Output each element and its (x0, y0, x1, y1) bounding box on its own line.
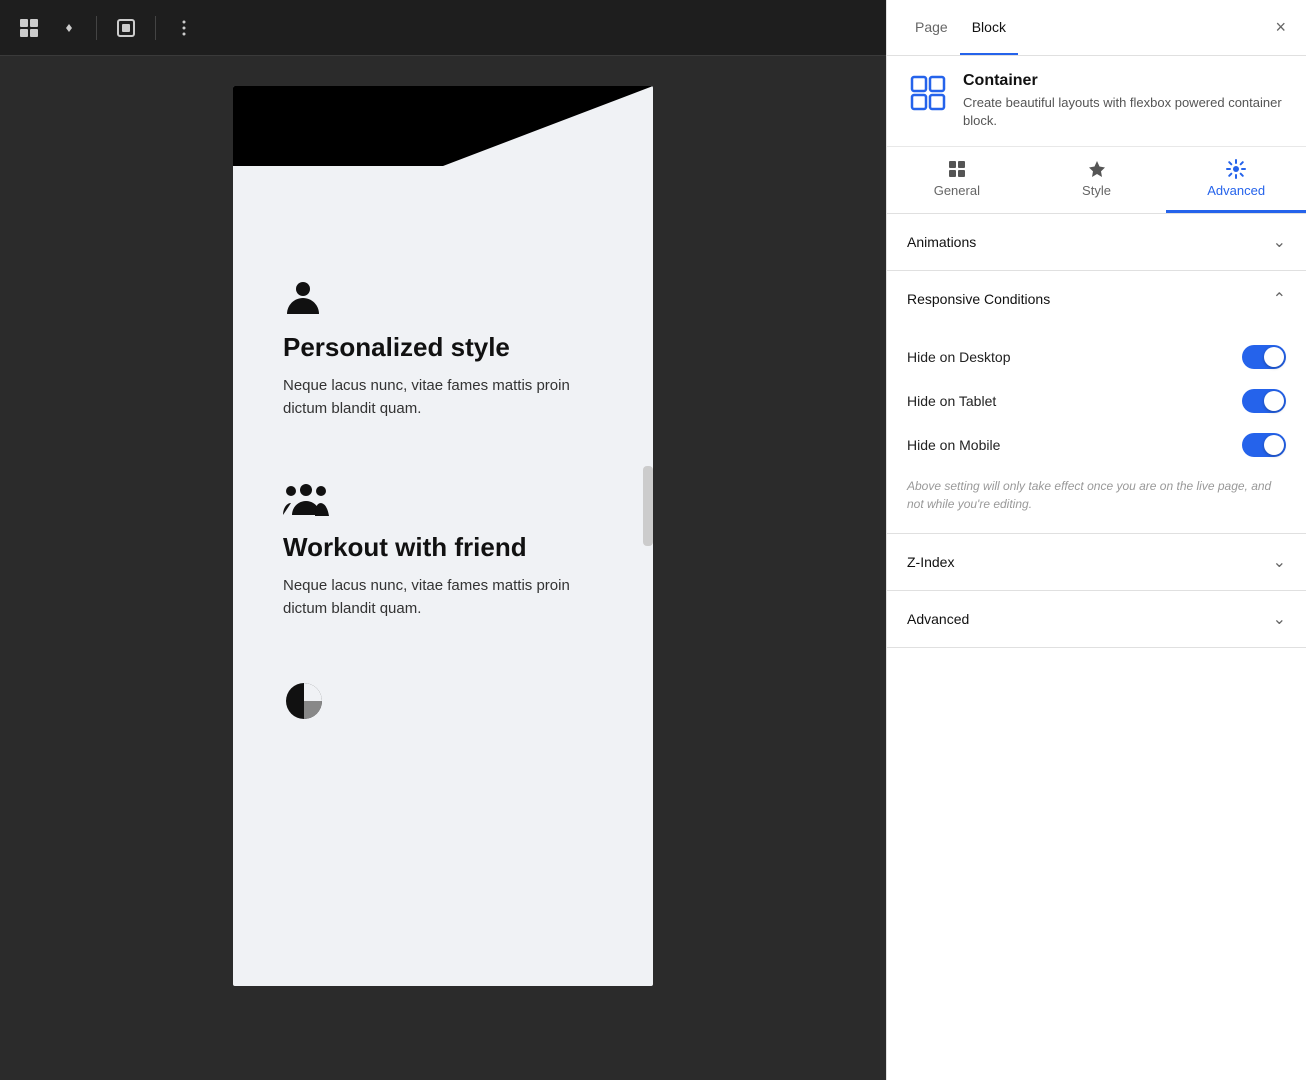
panel-header: Page Block × (887, 0, 1306, 56)
accordion-zindex: Z-Index ⌄ (887, 534, 1306, 591)
expand-button[interactable] (54, 13, 84, 43)
block-title: Container (963, 72, 1286, 90)
section2-text: Neque lacus nunc, vitae fames mattis pro… (283, 575, 603, 620)
sub-tabs: General Style Advanced (887, 147, 1306, 214)
preview-section-3 (233, 650, 653, 768)
toolbar-separator-2 (155, 16, 156, 40)
subtab-general[interactable]: General (887, 147, 1027, 213)
right-panel: Page Block × Container Create beautiful … (886, 0, 1306, 1080)
more-options-button[interactable] (168, 12, 200, 44)
hide-on-tablet-label: Hide on Tablet (907, 393, 996, 409)
hide-on-desktop-toggle[interactable] (1242, 345, 1286, 369)
canvas-content: Personalized style Neque lacus nunc, vit… (0, 56, 886, 1080)
accordion-advanced: Advanced ⌄ (887, 591, 1306, 648)
hide-on-tablet-toggle[interactable] (1242, 389, 1286, 413)
person-icon (283, 276, 603, 316)
style-icon (1087, 159, 1107, 179)
toolbar-separator (96, 16, 97, 40)
toggle-row-tablet: Hide on Tablet (907, 379, 1286, 423)
responsive-helper-text: Above setting will only take effect once… (907, 477, 1286, 513)
subtab-style[interactable]: Style (1027, 147, 1167, 213)
toggle-knob-tablet (1264, 391, 1284, 411)
section1-text: Neque lacus nunc, vitae fames mattis pro… (283, 375, 603, 420)
header-triangle (233, 86, 653, 246)
hide-on-desktop-label: Hide on Desktop (907, 349, 1011, 365)
layout-view-button[interactable] (12, 11, 46, 45)
accordion-animations-header[interactable]: Animations ⌄ (887, 214, 1306, 270)
block-description: Create beautiful layouts with flexbox po… (963, 94, 1286, 130)
animations-chevron-down-icon: ⌄ (1273, 232, 1286, 252)
accordion-responsive: Responsive Conditions ⌃ Hide on Desktop … (887, 271, 1306, 534)
toggle-knob-desktop (1264, 347, 1284, 367)
preview-section-1: Personalized style Neque lacus nunc, vit… (233, 246, 653, 450)
accordion-zindex-title: Z-Index (907, 554, 954, 570)
toggle-row-mobile: Hide on Mobile (907, 423, 1286, 467)
page-preview: Personalized style Neque lacus nunc, vit… (233, 86, 653, 986)
accordion-animations: Animations ⌄ (887, 214, 1306, 271)
preview-section-2: Workout with friend Neque lacus nunc, vi… (233, 450, 653, 650)
panel-close-button[interactable]: × (1271, 13, 1290, 42)
accordion-responsive-title: Responsive Conditions (907, 291, 1050, 307)
accordion-responsive-header[interactable]: Responsive Conditions ⌃ (887, 271, 1306, 327)
hide-on-mobile-toggle[interactable] (1242, 433, 1286, 457)
subtab-style-label: Style (1082, 183, 1111, 198)
scrollbar[interactable] (643, 466, 653, 546)
accordion-responsive-content: Hide on Desktop Hide on Tablet Hide on M… (887, 327, 1306, 533)
responsive-chevron-up-icon: ⌃ (1273, 289, 1286, 309)
toolbar (0, 0, 886, 56)
toggle-row-desktop: Hide on Desktop (907, 335, 1286, 379)
accordion-animations-title: Animations (907, 234, 976, 250)
zindex-chevron-down-icon: ⌄ (1273, 552, 1286, 572)
block-info: Container Create beautiful layouts with … (887, 56, 1306, 147)
panel-body: Animations ⌄ Responsive Conditions ⌃ Hid… (887, 214, 1306, 1080)
advanced-chevron-down-icon: ⌄ (1273, 609, 1286, 629)
advanced-icon (1226, 159, 1246, 179)
section1-title: Personalized style (283, 332, 603, 363)
header-graphic (233, 86, 653, 246)
subtab-advanced-label: Advanced (1207, 183, 1265, 198)
pie-chart-icon (283, 680, 603, 722)
block-info-text: Container Create beautiful layouts with … (963, 72, 1286, 130)
block-button[interactable] (109, 11, 143, 45)
accordion-zindex-header[interactable]: Z-Index ⌄ (887, 534, 1306, 590)
tab-page[interactable]: Page (903, 1, 960, 55)
section2-title: Workout with friend (283, 532, 603, 563)
general-icon (947, 159, 967, 179)
toggle-knob-mobile (1264, 435, 1284, 455)
accordion-advanced-title: Advanced (907, 611, 969, 627)
accordion-advanced-header[interactable]: Advanced ⌄ (887, 591, 1306, 647)
group-icon (283, 480, 603, 516)
subtab-advanced[interactable]: Advanced (1166, 147, 1306, 213)
container-icon (909, 74, 947, 112)
block-icon-wrap (907, 72, 949, 114)
hide-on-mobile-label: Hide on Mobile (907, 437, 1000, 453)
tab-block[interactable]: Block (960, 1, 1018, 55)
subtab-general-label: General (934, 183, 980, 198)
